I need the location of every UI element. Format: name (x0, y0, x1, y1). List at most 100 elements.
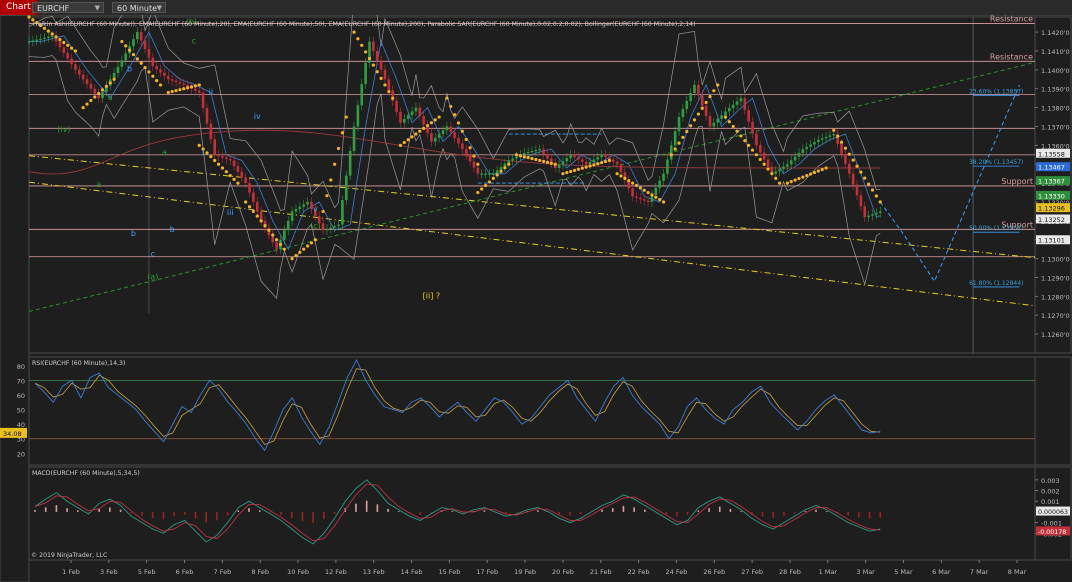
sar-dot (247, 205, 252, 209)
candle-body (735, 101, 739, 105)
sar-dot (549, 161, 553, 165)
wave-label: ii (209, 87, 213, 96)
candle-body (298, 206, 302, 210)
candle-body (375, 50, 379, 61)
candle-body (379, 60, 383, 70)
sar-dot (723, 115, 728, 119)
sar-dot (805, 173, 809, 178)
sar-dot (275, 238, 279, 242)
candle-body (43, 37, 46, 39)
candle-body (724, 111, 727, 116)
candle-body (875, 212, 878, 215)
candle-body (364, 62, 367, 85)
candle-body (863, 206, 867, 218)
sar-dot (383, 83, 387, 87)
sar-dot (863, 176, 867, 180)
date-axis-label: 6 Mar (932, 568, 951, 576)
sar-dot (731, 124, 735, 129)
candle-body (635, 196, 638, 198)
sar-dot (747, 143, 751, 147)
candle-body (155, 66, 158, 70)
fib-level-label: 61.80% (1.12844) (969, 280, 1023, 287)
candle-body (758, 145, 762, 153)
sar-dot (824, 166, 828, 170)
sar-dot (681, 135, 685, 139)
candle-body (793, 156, 797, 161)
date-axis-label: 19 Feb (514, 568, 536, 576)
sar-dot (89, 98, 93, 103)
wave-label: b (127, 65, 132, 74)
instrument-selector[interactable]: EURCHF ▼ (32, 2, 104, 13)
candle-body (762, 152, 766, 160)
sar-dot (100, 88, 105, 92)
macd-axis-label: -0.001 (1041, 520, 1062, 528)
sar-dot (816, 169, 820, 173)
sar-dot (425, 123, 430, 128)
sar-dot (147, 70, 151, 74)
sar-dot (789, 180, 793, 184)
wave-label: b (170, 225, 175, 234)
candle-body (642, 199, 646, 201)
sar-dot (387, 89, 391, 94)
candle-body (801, 149, 805, 153)
sar-dot (259, 219, 263, 223)
sar-dot (66, 43, 70, 47)
sar-dot (352, 30, 356, 34)
candle-body (708, 116, 712, 127)
sar-dot (302, 247, 306, 251)
sar-dot (836, 134, 840, 138)
candle-body (62, 47, 66, 53)
sar-dot (754, 153, 759, 157)
sar-dot (801, 175, 805, 179)
sar-dot (526, 156, 530, 160)
sar-dot (213, 158, 217, 163)
macd-axis-label: 0.003 (1041, 477, 1060, 485)
sar-dot (522, 155, 526, 159)
sar-dot (375, 70, 379, 74)
candle-body (557, 164, 561, 169)
sar-dot (859, 170, 863, 174)
copyright-text: © 2019 NinjaTrader, LLC (31, 551, 107, 559)
candle-body (387, 79, 391, 91)
sar-dot (627, 179, 631, 183)
sar-dot (472, 154, 476, 158)
sar-dot (309, 241, 314, 245)
interval-selector[interactable]: 60 Minute ▼ (112, 2, 166, 13)
candle-body (685, 101, 689, 110)
candle-body (221, 156, 224, 158)
sar-dot (445, 96, 449, 100)
sar-dot (538, 158, 542, 163)
candle-body (275, 242, 278, 250)
rsi-axis-label: 20 (17, 450, 25, 458)
sar-dot (491, 176, 495, 180)
candle-body (372, 41, 375, 51)
candle-body (27, 41, 31, 43)
sar-dot (364, 50, 368, 54)
sar-dot (638, 186, 642, 190)
candle-body (410, 111, 414, 116)
price-axis-label: 1.1370'0 (1041, 123, 1070, 131)
candle-body (159, 69, 162, 73)
sar-dot (209, 155, 213, 159)
sar-dot (216, 162, 221, 166)
sar-dot (785, 181, 789, 185)
sar-dot (572, 168, 577, 172)
sar-dot (453, 113, 457, 117)
trend-line-upper (28, 155, 1036, 259)
candle-body (39, 38, 42, 40)
date-axis-label: 21 Feb (590, 568, 612, 576)
sar-dot (81, 106, 85, 110)
candle-body (739, 98, 743, 102)
chart-area[interactable]: 1.1420'0 1.1410'0 1.1400'0 1.1390'0 1.1380'0… (0, 15, 1072, 582)
candle-body (461, 143, 464, 150)
candle-body (704, 105, 708, 117)
candle-body (194, 88, 197, 91)
candle-body (851, 173, 855, 185)
sar-dot (182, 87, 186, 91)
candle-body (333, 226, 336, 228)
sar-dot (542, 159, 546, 164)
sar-dot (565, 170, 569, 175)
candle-body (789, 160, 793, 165)
candle-body (352, 126, 356, 152)
candle-body (588, 161, 592, 165)
